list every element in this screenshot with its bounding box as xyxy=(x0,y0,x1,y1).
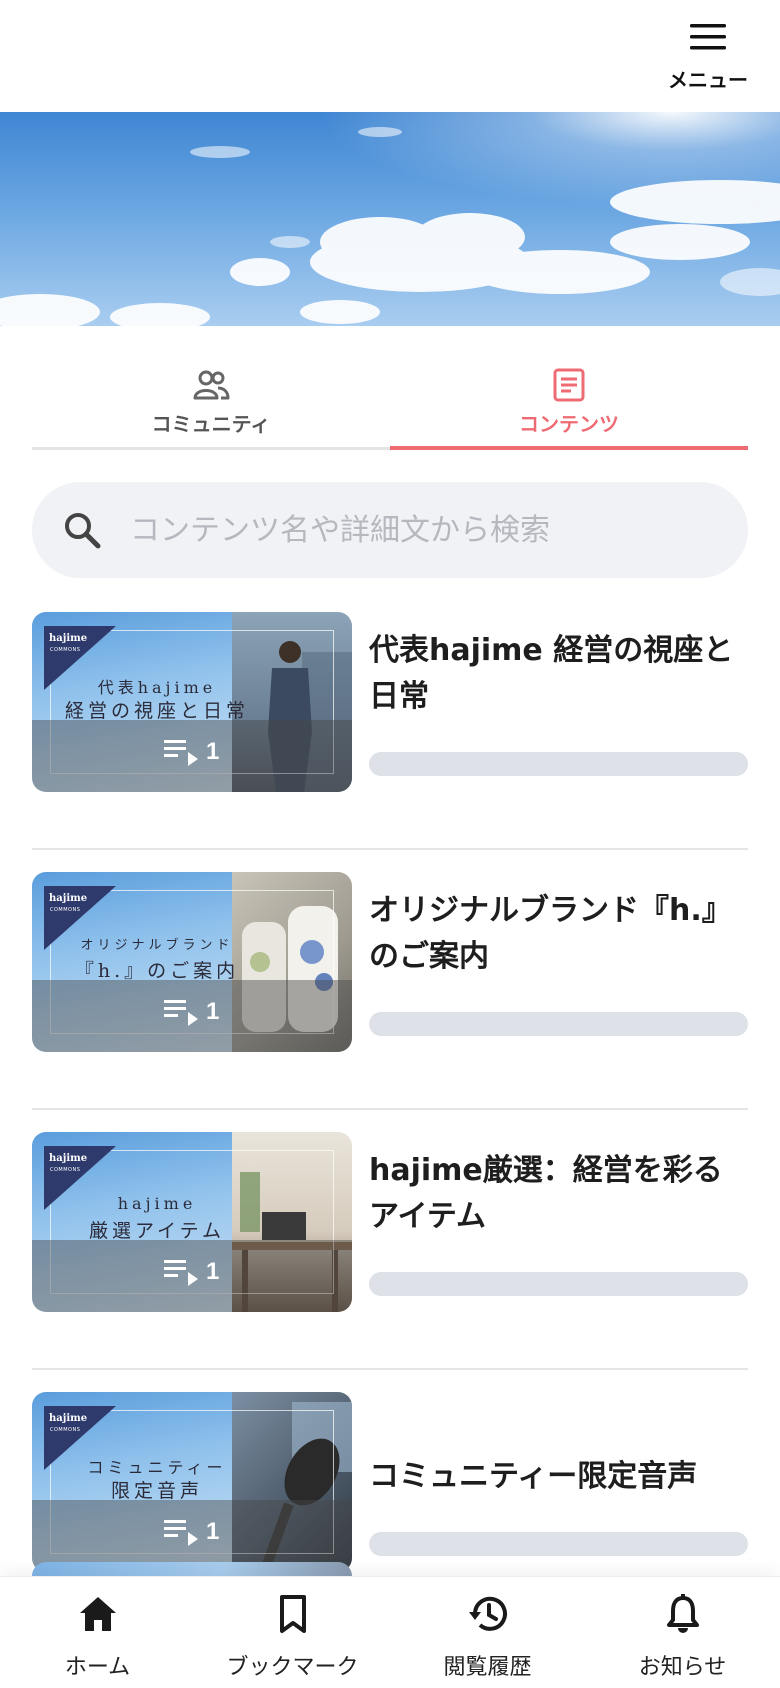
content-item[interactable]: hajime COMMONS オリジナルブランド 『h.』のご案内 1 オリジナ… xyxy=(32,872,748,1110)
nav-history-label: 閲覧履歴 xyxy=(443,1655,532,1680)
loading-placeholder-bar xyxy=(369,1532,748,1556)
thumbnail-title-line1: 代表hajime xyxy=(97,678,217,697)
loading-placeholder-bar xyxy=(369,752,748,776)
loading-placeholder-bar xyxy=(369,1272,748,1296)
search-input[interactable] xyxy=(130,512,710,548)
thumbnail-title-line1: コミュニティー xyxy=(87,1458,227,1477)
home-icon xyxy=(79,1597,116,1631)
bell-icon xyxy=(666,1594,699,1633)
brand-logo: hajime xyxy=(49,633,88,644)
app-header: メニュー xyxy=(0,0,780,112)
playlist-icon xyxy=(164,740,198,766)
brand-logo: hajime xyxy=(49,893,88,904)
content-item[interactable]: hajime COMMONS 代表hajime 経営の視座と日常 1 代表haj… xyxy=(32,612,748,850)
thumbnail-title-line2: 経営の視座と日常 xyxy=(64,700,249,722)
playlist-count-value: 1 xyxy=(206,738,220,765)
search-bar xyxy=(32,482,748,578)
content-list: hajime COMMONS 代表hajime 経営の視座と日常 1 代表haj… xyxy=(32,612,748,1630)
bottom-navigation: ホーム ブックマーク 閲覧履歴 お知らせ xyxy=(0,1576,780,1688)
playlist-count: 1 xyxy=(162,996,219,1028)
menu-button[interactable]: メニュー xyxy=(668,20,748,100)
search-icon xyxy=(65,513,101,549)
tab-contents[interactable]: コンテンツ xyxy=(390,360,748,450)
playlist-count-value: 1 xyxy=(206,998,220,1025)
content-thumbnail: hajime COMMONS hajime 厳選アイテム 1 xyxy=(32,1132,352,1312)
content-thumbnail: hajime COMMONS オリジナルブランド 『h.』のご案内 1 xyxy=(32,872,352,1052)
nav-notifications-label: お知らせ xyxy=(638,1655,727,1680)
nav-bookmark-label: ブックマーク xyxy=(226,1655,359,1680)
content-item[interactable]: hajime COMMONS hajime 厳選アイテム 1 hajime厳選：… xyxy=(32,1132,748,1370)
thumbnail-title-line1: オリジナルブランド xyxy=(80,938,234,953)
nav-home-label: ホーム xyxy=(64,1655,131,1680)
playlist-count-value: 1 xyxy=(206,1258,220,1285)
tab-community-label: コミュニティ xyxy=(151,412,271,436)
playlist-count: 1 xyxy=(162,1516,219,1548)
thumbnail-title-line2: 『h.』のご案内 xyxy=(74,960,240,982)
content-title[interactable]: オリジナルブランド『h.』のご案内 xyxy=(369,888,748,980)
thumbnail-title-line2: 厳選アイテム xyxy=(88,1220,226,1242)
nav-notifications[interactable]: お知らせ xyxy=(585,1577,780,1688)
brand-logo: hajime xyxy=(49,1413,88,1424)
hero-banner-image xyxy=(0,112,780,326)
thumbnail-title-line1: hajime xyxy=(117,1194,197,1213)
nav-bookmark[interactable]: ブックマーク xyxy=(195,1577,390,1688)
thumbnail-title-line2: 限定音声 xyxy=(110,1480,203,1502)
content-title[interactable]: コミュニティー限定音声 xyxy=(369,1454,748,1500)
people-icon xyxy=(193,370,230,400)
tab-bar: コミュニティ コンテンツ xyxy=(32,360,748,450)
playlist-icon xyxy=(164,1260,198,1286)
brand-logo: hajime xyxy=(49,1153,88,1164)
playlist-icon xyxy=(164,1000,198,1026)
menu-label: メニュー xyxy=(668,68,748,92)
content-thumbnail: hajime COMMONS コミュニティー 限定音声 1 xyxy=(32,1392,352,1572)
hamburger-menu-icon xyxy=(690,24,726,50)
bookmark-icon xyxy=(279,1595,306,1633)
document-icon xyxy=(553,368,585,402)
history-icon xyxy=(468,1596,507,1631)
nav-history[interactable]: 閲覧履歴 xyxy=(390,1577,585,1688)
content-thumbnail: hajime COMMONS 代表hajime 経営の視座と日常 1 xyxy=(32,612,352,792)
loading-placeholder-bar xyxy=(369,1012,748,1036)
tab-community[interactable]: コミュニティ xyxy=(32,360,390,450)
playlist-count-value: 1 xyxy=(206,1518,220,1545)
playlist-count: 1 xyxy=(162,1256,219,1288)
tab-contents-label: コンテンツ xyxy=(519,412,619,436)
playlist-icon xyxy=(164,1520,198,1546)
playlist-count: 1 xyxy=(162,736,219,768)
content-title[interactable]: 代表hajime 経営の視座と日常 xyxy=(369,628,748,720)
nav-home[interactable]: ホーム xyxy=(0,1577,195,1688)
content-title[interactable]: hajime厳選：経営を彩るアイテム xyxy=(369,1148,748,1240)
